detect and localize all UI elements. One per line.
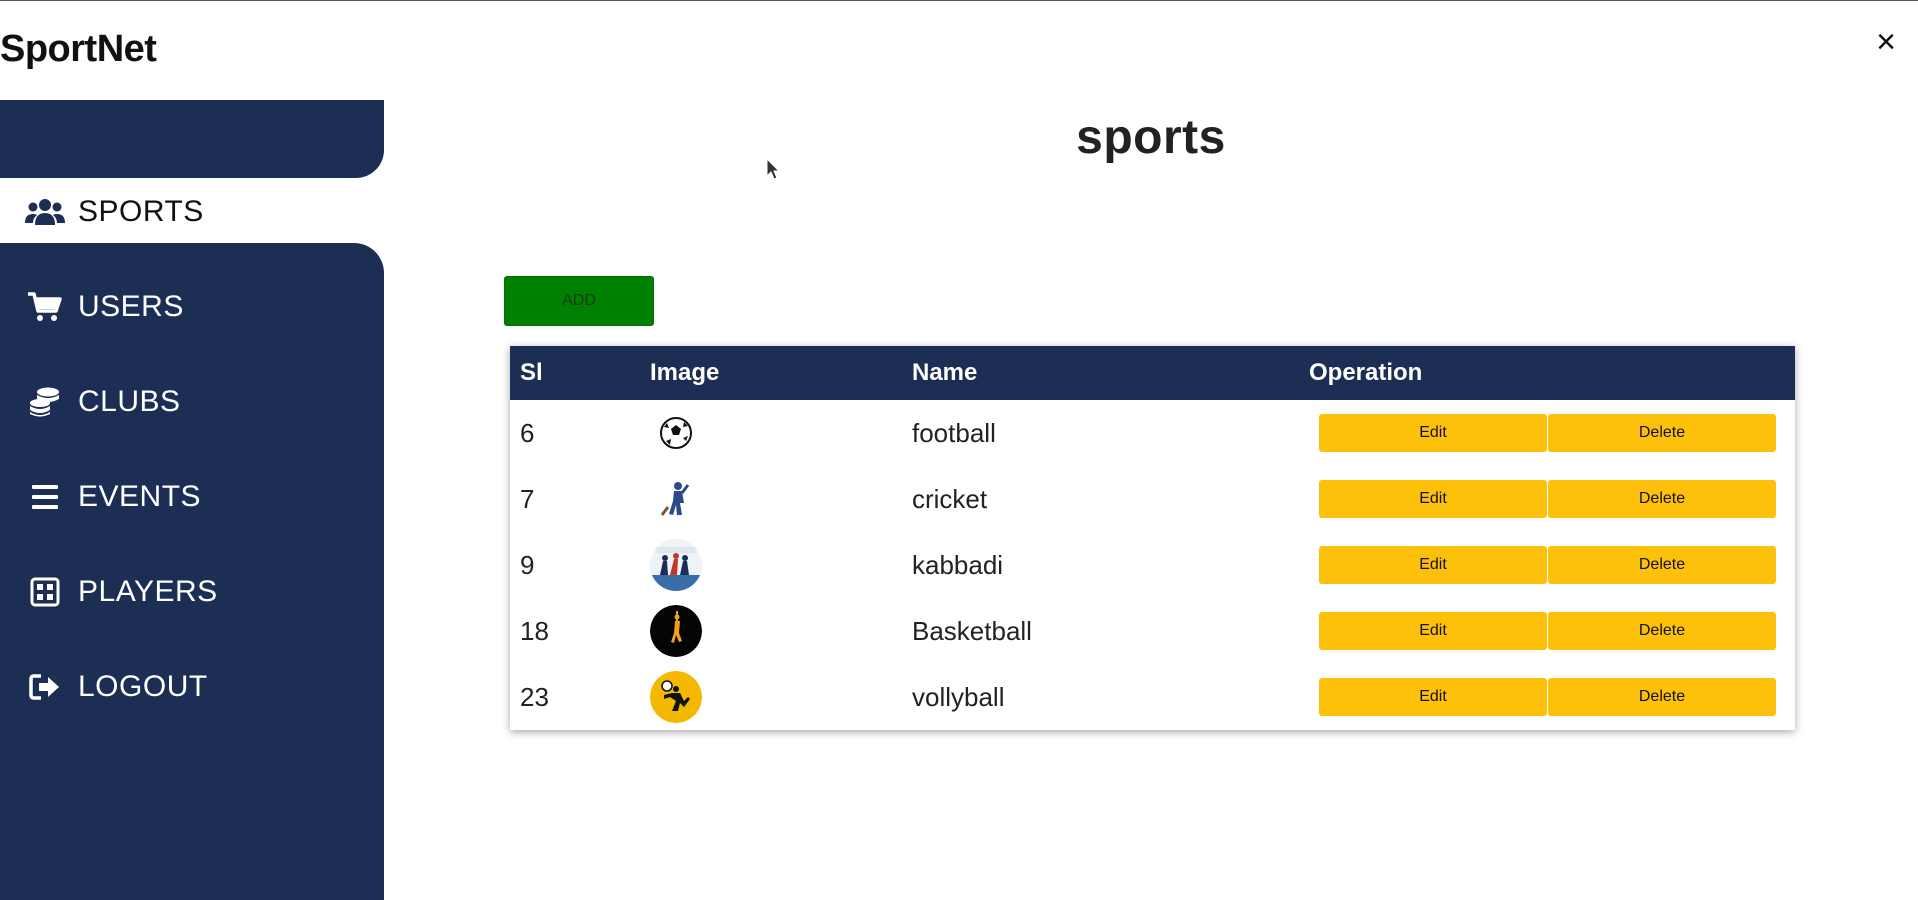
sidebar: SPORTS USERS CLUBS EVENTS PLAYERS LOGOUT (0, 100, 384, 900)
name-cell: football (912, 417, 996, 448)
sidebar-item-players[interactable]: PLAYERS (0, 562, 384, 622)
name-cell: cricket (912, 483, 988, 514)
sidebar-item-label: CLUBS (78, 385, 181, 418)
users-icon (22, 197, 68, 227)
name-cell: vollyball (912, 681, 1005, 712)
sidebar-item-sports[interactable]: SPORTS (0, 182, 384, 242)
page-title: sports (1076, 111, 1226, 164)
sidebar-item-label: USERS (78, 290, 184, 323)
edit-button[interactable]: Edit (1319, 414, 1547, 452)
table-row: 23 vollyball Edit Delete (510, 664, 1795, 730)
table-row: 6 football Edit Delete (510, 400, 1795, 466)
basketball-image (650, 605, 702, 657)
football-image (650, 407, 702, 459)
grid-icon (22, 577, 68, 607)
sidebar-item-events[interactable]: EVENTS (0, 467, 384, 527)
sidebar-item-logout[interactable]: LOGOUT (0, 657, 384, 717)
list-icon (22, 483, 68, 511)
column-header-operation: Operation (1309, 359, 1423, 386)
sl-cell: 9 (520, 549, 535, 580)
sl-cell: 23 (520, 681, 549, 712)
table-row: 9 kabbadi Edit Delete (510, 532, 1795, 598)
edit-button[interactable]: Edit (1319, 612, 1547, 650)
sidebar-item-label: SPORTS (78, 195, 204, 228)
sl-cell: 7 (520, 483, 535, 514)
table-row: 7 cricket Edit Delete (510, 466, 1795, 532)
table-row: 18 Basketball Edit Delete (510, 598, 1795, 664)
logout-icon (22, 673, 68, 701)
coins-icon (22, 386, 68, 418)
delete-button[interactable]: Delete (1548, 414, 1776, 452)
sidebar-item-users[interactable]: USERS (0, 277, 384, 337)
column-header-image: Image (650, 359, 720, 386)
window-top-border (0, 0, 1918, 1)
edit-button[interactable]: Edit (1319, 678, 1547, 716)
sidebar-item-clubs[interactable]: CLUBS (0, 372, 384, 432)
mouse-cursor-icon (766, 158, 781, 180)
cricket-image (650, 473, 702, 525)
sidebar-item-label: LOGOUT (78, 670, 208, 703)
vollyball-image (650, 671, 702, 723)
column-header-sl: Sl (520, 359, 543, 386)
name-cell: kabbadi (912, 549, 1004, 580)
delete-button[interactable]: Delete (1548, 546, 1776, 584)
delete-button[interactable]: Delete (1548, 480, 1776, 518)
edit-button[interactable]: Edit (1319, 546, 1547, 584)
sports-table: Sl Image Name Operation 6 football Edit … (510, 346, 1795, 730)
sl-cell: 6 (520, 417, 535, 448)
close-button[interactable]: × (1876, 22, 1896, 62)
brand-title: SportNet (0, 28, 157, 70)
column-header-name: Name (912, 359, 978, 386)
delete-button[interactable]: Delete (1548, 678, 1776, 716)
table-header-row: Sl Image Name Operation (510, 346, 1795, 400)
name-cell: Basketball (912, 615, 1032, 646)
sidebar-item-label: PLAYERS (78, 575, 218, 608)
sidebar-item-label: EVENTS (78, 480, 202, 513)
cart-icon (22, 291, 68, 323)
delete-button[interactable]: Delete (1548, 612, 1776, 650)
sidebar-header-block (0, 100, 384, 178)
add-button[interactable]: ADD (504, 276, 654, 326)
sl-cell: 18 (520, 615, 549, 646)
kabbadi-image (650, 539, 702, 591)
edit-button[interactable]: Edit (1319, 480, 1547, 518)
